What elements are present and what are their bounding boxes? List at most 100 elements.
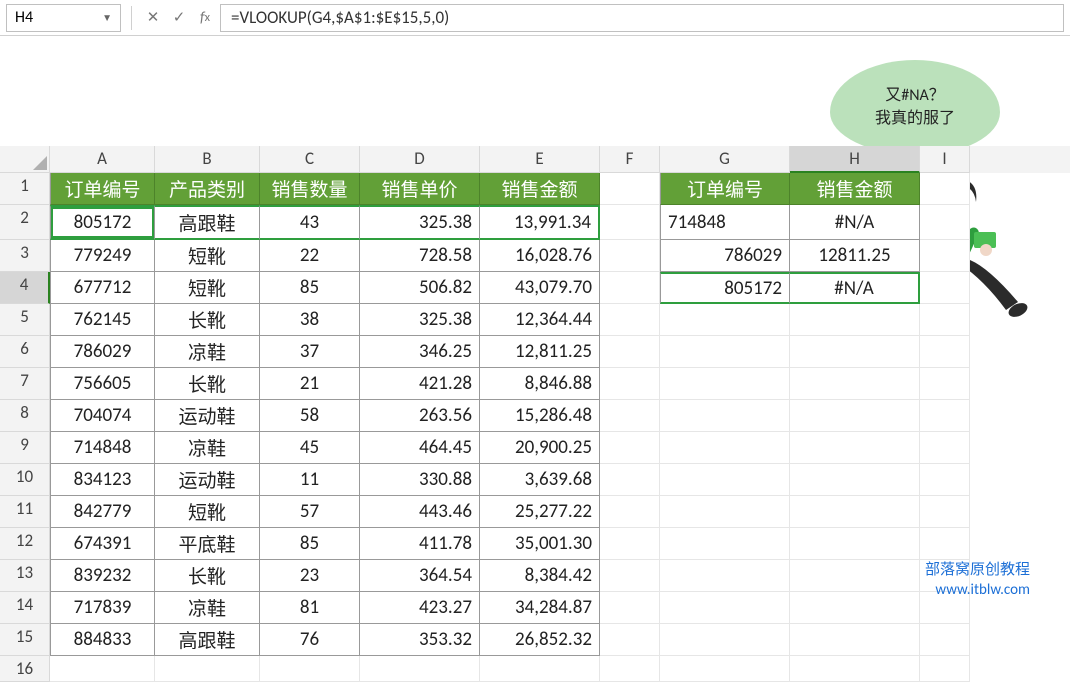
- cell-D7[interactable]: 421.28: [360, 368, 480, 400]
- rowhead-1[interactable]: 1: [0, 173, 50, 205]
- cell-H12[interactable]: [790, 528, 920, 560]
- cell-B15[interactable]: 高跟鞋: [155, 624, 260, 656]
- cell-A8[interactable]: 704074: [50, 400, 155, 432]
- cell-A5[interactable]: 762145: [50, 304, 155, 336]
- cell-D8[interactable]: 263.56: [360, 400, 480, 432]
- rowhead-2[interactable]: 2: [0, 205, 50, 240]
- cell-H16[interactable]: [790, 656, 920, 682]
- cell-H9[interactable]: [790, 432, 920, 464]
- cell-H2[interactable]: #N/A: [790, 205, 920, 240]
- cell-C4[interactable]: 85: [260, 272, 360, 304]
- cell-B14[interactable]: 凉鞋: [155, 592, 260, 624]
- cell-F15[interactable]: [600, 624, 660, 656]
- cell-C3[interactable]: 22: [260, 240, 360, 272]
- cell-F9[interactable]: [600, 432, 660, 464]
- cell-B4[interactable]: 短靴: [155, 272, 260, 304]
- cell-C5[interactable]: 38: [260, 304, 360, 336]
- col-G[interactable]: G: [660, 146, 790, 173]
- cell-H5[interactable]: [790, 304, 920, 336]
- cell-G6[interactable]: [660, 336, 790, 368]
- cell-A16[interactable]: [50, 656, 155, 682]
- cell-A12[interactable]: 674391: [50, 528, 155, 560]
- cell-F16[interactable]: [600, 656, 660, 682]
- cell-B7[interactable]: 长靴: [155, 368, 260, 400]
- cell-H10[interactable]: [790, 464, 920, 496]
- cell-D15[interactable]: 353.32: [360, 624, 480, 656]
- cell-C9[interactable]: 45: [260, 432, 360, 464]
- cell-A10[interactable]: 834123: [50, 464, 155, 496]
- rowhead-11[interactable]: 11: [0, 496, 50, 528]
- col-I[interactable]: I: [920, 146, 970, 173]
- cell-G15[interactable]: [660, 624, 790, 656]
- cell-D3[interactable]: 728.58: [360, 240, 480, 272]
- rowhead-6[interactable]: 6: [0, 336, 50, 368]
- rowhead-7[interactable]: 7: [0, 368, 50, 400]
- cell-E9[interactable]: 20,900.25: [480, 432, 600, 464]
- cell-C10[interactable]: 11: [260, 464, 360, 496]
- formula-input[interactable]: =VLOOKUP(G4,$A$1:$E$15,5,0): [220, 4, 1064, 32]
- rowhead-13[interactable]: 13: [0, 560, 50, 592]
- cell-D5[interactable]: 325.38: [360, 304, 480, 336]
- cell-I16[interactable]: [920, 656, 970, 682]
- cell-F3[interactable]: [600, 240, 660, 272]
- cell-C14[interactable]: 81: [260, 592, 360, 624]
- cell-C12[interactable]: 85: [260, 528, 360, 560]
- cell-G2[interactable]: 714848: [660, 205, 790, 240]
- rowhead-10[interactable]: 10: [0, 464, 50, 496]
- rowhead-5[interactable]: 5: [0, 304, 50, 336]
- cell-C11[interactable]: 57: [260, 496, 360, 528]
- rowhead-3[interactable]: 3: [0, 240, 50, 272]
- cell-G16[interactable]: [660, 656, 790, 682]
- cell-D14[interactable]: 423.27: [360, 592, 480, 624]
- cell-A13[interactable]: 839232: [50, 560, 155, 592]
- cell-E10[interactable]: 3,639.68: [480, 464, 600, 496]
- cell-H1[interactable]: 销售金额: [790, 173, 920, 205]
- cell-D4[interactable]: 506.82: [360, 272, 480, 304]
- cell-A3[interactable]: 779249: [50, 240, 155, 272]
- cell-E1[interactable]: 销售金额: [480, 173, 600, 205]
- cell-I8[interactable]: [920, 400, 970, 432]
- cell-D6[interactable]: 346.25: [360, 336, 480, 368]
- cell-B1[interactable]: 产品类别: [155, 173, 260, 205]
- cell-F2[interactable]: [600, 205, 660, 240]
- cell-B2[interactable]: 高跟鞋: [155, 205, 260, 240]
- cell-E15[interactable]: 26,852.32: [480, 624, 600, 656]
- cell-E13[interactable]: 8,384.42: [480, 560, 600, 592]
- cell-B5[interactable]: 长靴: [155, 304, 260, 336]
- rowhead-8[interactable]: 8: [0, 400, 50, 432]
- rowhead-14[interactable]: 14: [0, 592, 50, 624]
- cell-H11[interactable]: [790, 496, 920, 528]
- cell-H6[interactable]: [790, 336, 920, 368]
- cell-F4[interactable]: [600, 272, 660, 304]
- cell-F6[interactable]: [600, 336, 660, 368]
- cell-D11[interactable]: 443.46: [360, 496, 480, 528]
- cell-E14[interactable]: 34,284.87: [480, 592, 600, 624]
- enter-icon[interactable]: ✓: [168, 7, 190, 29]
- cell-A9[interactable]: 714848: [50, 432, 155, 464]
- cell-I4[interactable]: [920, 272, 970, 304]
- cell-E4[interactable]: 43,079.70: [480, 272, 600, 304]
- cell-I5[interactable]: [920, 304, 970, 336]
- cell-B8[interactable]: 运动鞋: [155, 400, 260, 432]
- cell-E8[interactable]: 15,286.48: [480, 400, 600, 432]
- cell-E3[interactable]: 16,028.76: [480, 240, 600, 272]
- cell-D12[interactable]: 411.78: [360, 528, 480, 560]
- cell-G12[interactable]: [660, 528, 790, 560]
- cell-A15[interactable]: 884833: [50, 624, 155, 656]
- cell-G3[interactable]: 786029: [660, 240, 790, 272]
- cell-B6[interactable]: 凉鞋: [155, 336, 260, 368]
- cell-G10[interactable]: [660, 464, 790, 496]
- cell-A7[interactable]: 756605: [50, 368, 155, 400]
- cell-D2[interactable]: 325.38: [360, 205, 480, 240]
- cell-A11[interactable]: 842779: [50, 496, 155, 528]
- rowhead-4[interactable]: 4: [0, 272, 50, 304]
- cell-D10[interactable]: 330.88: [360, 464, 480, 496]
- cell-A2[interactable]: 805172: [50, 205, 155, 240]
- rowhead-16[interactable]: 16: [0, 656, 50, 682]
- rowhead-12[interactable]: 12: [0, 528, 50, 560]
- cell-I2[interactable]: [920, 205, 970, 240]
- cell-F10[interactable]: [600, 464, 660, 496]
- cell-I1[interactable]: [920, 173, 970, 205]
- col-B[interactable]: B: [155, 146, 260, 173]
- cell-H7[interactable]: [790, 368, 920, 400]
